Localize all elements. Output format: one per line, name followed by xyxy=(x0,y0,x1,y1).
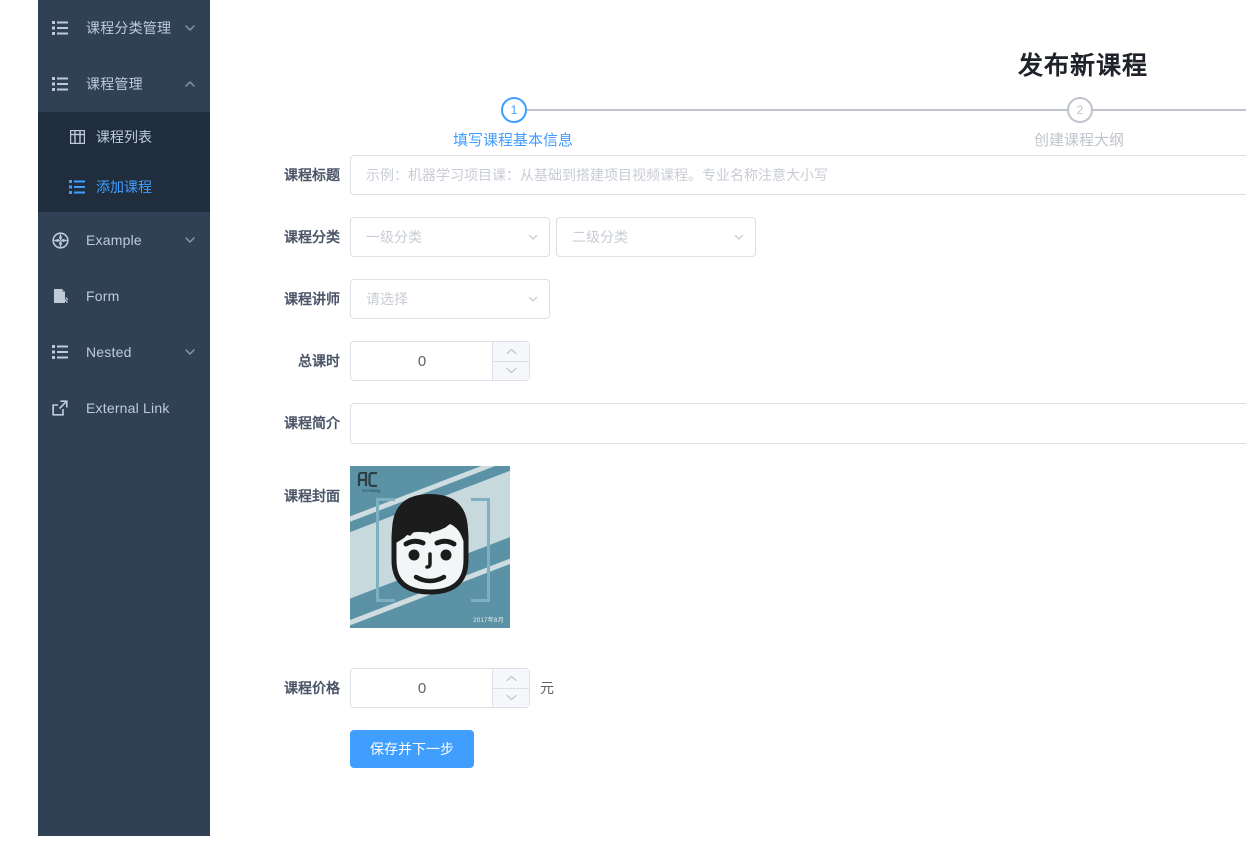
chevron-down-icon xyxy=(733,231,745,243)
main-content: 发布新课程 1 填写课程基本信息 2 创建课程大纲 课程标题 示例：机器学习项目… xyxy=(210,0,1246,843)
form-row-description: 课程简介 xyxy=(210,403,1246,444)
cover-avatar-face xyxy=(391,494,469,595)
course-title-placeholder: 示例：机器学习项目课：从基础到搭建项目视频课程。专业名称注意大小写 xyxy=(366,167,828,183)
chevron-down-icon xyxy=(527,293,539,305)
app-root: 课程分类管理 课程管理 课程列表 添加课程 Example Form Neste… xyxy=(0,0,1246,843)
sidebar-item-course-list[interactable]: 课程列表 xyxy=(38,112,210,162)
category-level2-placeholder: 二级分类 xyxy=(572,229,628,245)
list-icon xyxy=(48,75,72,93)
chevron-down-icon xyxy=(184,234,196,246)
compass-icon xyxy=(48,231,72,249)
sidebar-item-label: 课程分类管理 xyxy=(86,20,172,36)
sidebar-item-label: Example xyxy=(86,232,142,248)
external-link-icon xyxy=(48,399,72,417)
label-course-cover: 课程封面 xyxy=(284,488,340,504)
list-icon xyxy=(48,19,72,37)
sidebar-item-course-category[interactable]: 课程分类管理 xyxy=(38,0,210,56)
total-lessons-stepper[interactable]: 0 xyxy=(350,341,530,381)
table-icon xyxy=(68,128,86,146)
price-unit-label: 元 xyxy=(540,680,554,696)
sidebar-item-form[interactable]: Form xyxy=(38,268,210,324)
chevron-down-icon xyxy=(184,346,196,358)
course-form: 课程标题 示例：机器学习项目课：从基础到搭建项目视频课程。专业名称注意大小写 课… xyxy=(210,155,1246,790)
label-course-price: 课程价格 xyxy=(284,680,340,696)
stepper-increase-button[interactable] xyxy=(493,342,529,362)
category-level2-select[interactable]: 二级分类 xyxy=(556,217,756,257)
sidebar-item-label: Form xyxy=(86,288,120,304)
sidebar-item-label: External Link xyxy=(86,400,170,416)
document-edit-icon xyxy=(48,287,72,305)
course-description-textarea[interactable] xyxy=(350,403,1246,444)
course-price-spinner xyxy=(492,669,529,707)
step-1-label: 填写课程基本信息 xyxy=(452,132,573,149)
step-1-circle: 1 xyxy=(501,97,527,123)
sidebar: 课程分类管理 课程管理 课程列表 添加课程 Example Form Neste… xyxy=(38,0,210,836)
sidebar-item-label: 课程管理 xyxy=(86,76,143,92)
form-row-title: 课程标题 示例：机器学习项目课：从基础到搭建项目视频课程。专业名称注意大小写 xyxy=(210,155,1246,195)
form-row-cover: 课程封面 ACHang 2017年8月 xyxy=(210,466,1246,628)
course-price-value: 0 xyxy=(417,679,427,697)
course-teacher-select[interactable]: 请选择 xyxy=(350,279,550,319)
chevron-up-icon xyxy=(184,78,196,90)
stepper-increase-button[interactable] xyxy=(493,669,529,689)
form-row-price: 课程价格 0 元 xyxy=(210,668,1246,708)
cover-date-text: 2017年8月 xyxy=(473,618,504,624)
label-course-teacher: 课程讲师 xyxy=(284,291,340,307)
stepper-decrease-button[interactable] xyxy=(493,362,529,381)
sidebar-subitem-label: 课程列表 xyxy=(96,129,152,145)
course-title-input[interactable]: 示例：机器学习项目课：从基础到搭建项目视频课程。专业名称注意大小写 xyxy=(350,155,1246,195)
course-teacher-placeholder: 请选择 xyxy=(366,291,408,307)
list-icon xyxy=(48,343,72,361)
sidebar-subitem-label: 添加课程 xyxy=(96,179,152,195)
category-level1-placeholder: 一级分类 xyxy=(366,229,422,245)
stepper-decrease-button[interactable] xyxy=(493,689,529,708)
page-title: 发布新课程 xyxy=(210,46,1246,82)
total-lessons-value: 0 xyxy=(417,352,427,370)
steps-indicator: 1 填写课程基本信息 2 创建课程大纲 xyxy=(210,97,1246,157)
sidebar-item-nested[interactable]: Nested xyxy=(38,324,210,380)
sidebar-submenu-course-management: 课程列表 添加课程 xyxy=(38,112,210,212)
save-and-next-button[interactable]: 保存并下一步 xyxy=(350,730,474,768)
category-level1-select[interactable]: 一级分类 xyxy=(350,217,550,257)
course-cover-image[interactable]: ACHang 2017年8月 xyxy=(350,466,510,628)
sidebar-item-course-management[interactable]: 课程管理 xyxy=(38,56,210,112)
chevron-down-icon xyxy=(184,22,196,34)
step-2-label: 创建课程大纲 xyxy=(1033,132,1124,149)
form-row-category: 课程分类 一级分类 二级分类 xyxy=(210,217,1246,257)
form-row-teacher: 课程讲师 请选择 xyxy=(210,279,1246,319)
sidebar-item-add-course[interactable]: 添加课程 xyxy=(38,162,210,212)
course-price-stepper[interactable]: 0 xyxy=(350,668,530,708)
label-total-lessons: 总课时 xyxy=(298,353,340,369)
list-icon xyxy=(68,178,86,196)
label-course-category: 课程分类 xyxy=(284,229,340,245)
step-2-circle: 2 xyxy=(1067,97,1093,123)
chevron-down-icon xyxy=(527,231,539,243)
sidebar-item-external-link[interactable]: External Link xyxy=(38,380,210,436)
page-title-text: 发布新课程 xyxy=(1017,52,1148,80)
label-course-description: 课程简介 xyxy=(284,415,340,431)
sidebar-item-label: Nested xyxy=(86,344,132,360)
label-course-title: 课程标题 xyxy=(284,167,340,183)
sidebar-item-example[interactable]: Example xyxy=(38,212,210,268)
form-row-submit: 保存并下一步 xyxy=(210,730,1246,768)
steps-connector-line xyxy=(513,109,1246,111)
form-row-lessons: 总课时 0 xyxy=(210,341,1246,381)
total-lessons-spinner xyxy=(492,342,529,380)
